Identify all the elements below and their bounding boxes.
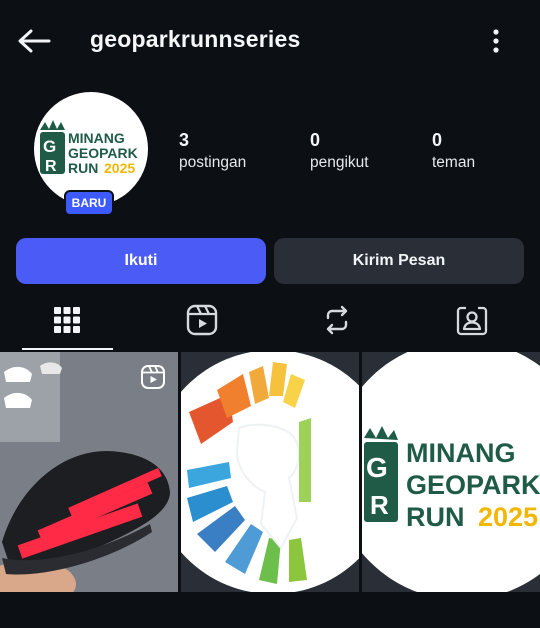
- avatar-year: 2025: [104, 160, 135, 176]
- profile-username: geoparkrunnseries: [90, 26, 301, 52]
- follow-button[interactable]: Ikuti: [16, 238, 266, 284]
- back-button[interactable]: [14, 24, 54, 58]
- tab-posts[interactable]: [22, 292, 112, 348]
- followers-count: 0: [310, 130, 321, 150]
- friends-count: 0: [432, 130, 443, 150]
- post-logo-year: 2025: [478, 502, 538, 532]
- reel-icon: [141, 365, 165, 389]
- more-vertical-icon: [493, 29, 499, 53]
- svg-text:G: G: [366, 452, 388, 483]
- profile-tabs: [0, 292, 540, 350]
- avatar-text-line-1: MINANG: [68, 130, 125, 146]
- friends-label: teman: [432, 154, 476, 171]
- top-bar: geoparkrunnseries: [0, 0, 540, 82]
- avatar-text-line-3: RUN: [68, 160, 98, 176]
- grid-icon: [54, 307, 80, 333]
- post-tile-2[interactable]: [181, 352, 359, 592]
- active-tab-indicator: [22, 348, 113, 350]
- svg-text:R: R: [45, 158, 57, 175]
- profile-avatar[interactable]: G R MINANG GEOPARK RUN 2025: [34, 92, 148, 206]
- followers-label: pengikut: [310, 154, 369, 171]
- svg-text:R: R: [370, 490, 389, 520]
- stat-friends[interactable]: 0 teman: [432, 128, 475, 174]
- arrow-left-icon: [18, 29, 51, 53]
- posts-count: 3: [179, 130, 190, 150]
- post-tile-1[interactable]: [0, 352, 178, 592]
- tab-reels[interactable]: [157, 292, 247, 348]
- stat-followers[interactable]: 0 pengikut: [310, 128, 369, 174]
- post-logo-line-2: GEOPARK: [406, 470, 540, 500]
- posts-label: postingan: [179, 154, 247, 171]
- new-badge: BARU: [64, 190, 114, 216]
- stat-posts[interactable]: 3 postingan: [179, 128, 246, 174]
- tab-reposts[interactable]: [292, 292, 382, 348]
- svg-text:G: G: [43, 137, 56, 156]
- post-tile-3[interactable]: G R MINANG GEOPARK RUN 2025: [362, 352, 540, 592]
- post-logo-line-1: MINANG: [406, 438, 516, 468]
- reels-icon: [186, 304, 218, 336]
- post-logo-line-3: RUN: [406, 502, 465, 532]
- more-options-button[interactable]: [488, 26, 504, 56]
- colorful-logo-image: [181, 352, 359, 592]
- repost-icon: [326, 305, 348, 335]
- send-message-button[interactable]: Kirim Pesan: [274, 238, 524, 284]
- tab-tagged[interactable]: [427, 292, 517, 348]
- avatar-logo: G R MINANG GEOPARK RUN 2025: [40, 120, 138, 176]
- event-logo-image: G R MINANG GEOPARK RUN 2025: [362, 352, 540, 592]
- avatar-text-line-2: GEOPARK: [68, 145, 138, 161]
- tagged-person-icon: [456, 306, 488, 336]
